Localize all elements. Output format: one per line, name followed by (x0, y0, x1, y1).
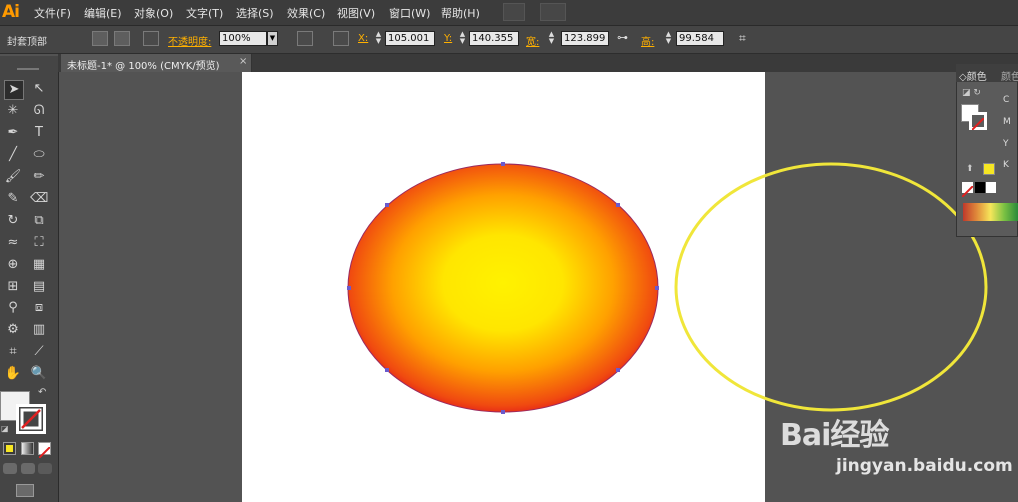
last-color-swatch[interactable] (983, 163, 995, 175)
channel-y-label: Y (1003, 139, 1009, 149)
panel-stroke-swatch[interactable] (969, 112, 987, 131)
watermark-url: jingyan.baidu.com (836, 456, 1013, 476)
color-spectrum-bar[interactable] (963, 203, 1018, 221)
watermark-logo: Bai经验 (780, 418, 889, 453)
gradient-mesh-ellipse[interactable] (347, 163, 659, 413)
white-swatch[interactable] (986, 182, 996, 193)
channel-k-label: K (1003, 160, 1009, 170)
channel-c-label: C (1003, 95, 1010, 105)
none-swatch[interactable] (961, 182, 974, 198)
black-swatch[interactable] (975, 182, 985, 193)
out-of-gamut-icon[interactable]: ⬆ (966, 164, 974, 174)
channel-m-label: M (1003, 117, 1011, 127)
tab-color-guide[interactable]: 颜色 (1001, 68, 1018, 83)
tab-color[interactable]: ◇颜色 (959, 68, 987, 83)
default-fill-stroke-icon[interactable]: ◪ ↻ (962, 88, 981, 98)
outline-ellipse[interactable] (674, 162, 988, 412)
